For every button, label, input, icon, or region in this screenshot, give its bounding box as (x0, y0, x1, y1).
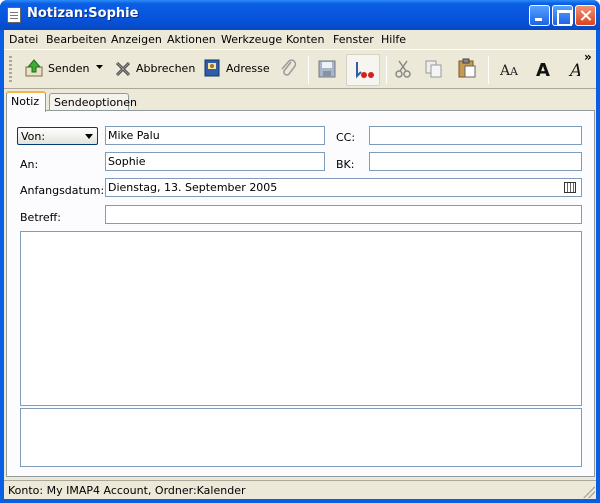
from-dropdown[interactable]: Von: (17, 127, 98, 145)
from-field[interactable]: Mike Palu (105, 126, 325, 145)
title-bar[interactable]: Notizan:Sophie (0, 0, 600, 30)
subject-field[interactable] (105, 205, 582, 224)
svg-text:A: A (509, 65, 519, 78)
toolbar-overflow-button[interactable]: » (584, 50, 592, 64)
svg-text:A: A (568, 61, 580, 80)
cc-label: CC: (336, 131, 356, 144)
from-dropdown-label: Von: (21, 130, 46, 143)
chevron-down-icon[interactable] (96, 65, 104, 71)
note-panel: Von: Mike Palu CC: An: Sophie BK: Anfang… (6, 110, 595, 477)
cut-icon[interactable] (394, 59, 412, 79)
menu-datei[interactable]: Datei (9, 33, 38, 46)
minimize-button[interactable] (529, 5, 550, 26)
note-icon (7, 7, 21, 23)
client-area: Datei Bearbeiten Anzeigen Aktionen Werkz… (4, 30, 596, 499)
cc-field[interactable] (369, 126, 582, 145)
window-title: Notizan:Sophie (27, 6, 139, 21)
attach-icon[interactable] (278, 58, 298, 80)
calendar-icon[interactable] (564, 182, 576, 193)
tab-sendeoptionen[interactable]: Sendeoptionen (49, 93, 137, 111)
save-icon[interactable] (318, 60, 336, 78)
cancel-icon[interactable] (114, 60, 132, 78)
close-button[interactable] (575, 5, 596, 26)
to-field[interactable]: Sophie (105, 152, 325, 171)
cancel-button[interactable]: Abbrechen (136, 62, 195, 75)
address-book-icon[interactable] (202, 58, 222, 78)
menu-bearbeiten[interactable]: Bearbeiten (46, 33, 106, 46)
priority-icon[interactable] (353, 60, 375, 80)
application-window: Notizan:Sophie Datei Bearbeiten Anzeigen… (0, 0, 600, 503)
font-size-icon[interactable]: A A (500, 60, 522, 78)
toolbar-separator (308, 56, 309, 84)
send-button[interactable]: Senden (48, 62, 89, 75)
toolbar-separator (386, 56, 387, 84)
resize-grip[interactable] (583, 486, 595, 498)
maximize-button[interactable] (552, 5, 573, 26)
svg-text:A: A (536, 60, 550, 80)
chevron-down-icon (85, 134, 93, 139)
menu-hilfe[interactable]: Hilfe (381, 33, 406, 46)
message-body[interactable] (20, 231, 582, 406)
menu-werkzeuge[interactable]: Werkzeuge (221, 33, 282, 46)
toolbar-separator (488, 56, 489, 84)
subject-label: Betreff: (20, 211, 61, 224)
address-button[interactable]: Adresse (226, 62, 270, 75)
tab-strip: Notiz Sendeoptionen (4, 91, 596, 112)
font-bold-icon[interactable]: A (534, 58, 554, 80)
attachment-area[interactable] (20, 408, 582, 467)
copy-icon[interactable] (424, 59, 444, 79)
status-text: Konto: My IMAP4 Account, Ordner:Kalender (8, 484, 246, 497)
start-date-value: Dienstag, 13. September 2005 (108, 181, 278, 194)
menu-anzeigen[interactable]: Anzeigen (111, 33, 162, 46)
start-date-field[interactable]: Dienstag, 13. September 2005 (105, 178, 582, 197)
font-italic-icon[interactable]: A (568, 58, 580, 80)
toolbar-grip[interactable] (9, 56, 12, 84)
bcc-field[interactable] (369, 152, 582, 171)
status-bar: Konto: My IMAP4 Account, Ordner:Kalender (4, 480, 596, 499)
menu-bar: Datei Bearbeiten Anzeigen Aktionen Werkz… (4, 30, 596, 48)
send-icon[interactable] (24, 58, 44, 78)
toolbar: Senden Abbrechen Adresse A A A » (4, 49, 596, 89)
start-date-label: Anfangsdatum: (20, 184, 105, 197)
paste-icon[interactable] (456, 57, 478, 79)
tab-notiz[interactable]: Notiz (6, 91, 46, 112)
menu-fenster[interactable]: Fenster (333, 33, 374, 46)
to-label: An: (20, 158, 39, 171)
bcc-label: BK: (336, 158, 355, 171)
menu-konten[interactable]: Konten (286, 33, 324, 46)
menu-aktionen[interactable]: Aktionen (167, 33, 216, 46)
